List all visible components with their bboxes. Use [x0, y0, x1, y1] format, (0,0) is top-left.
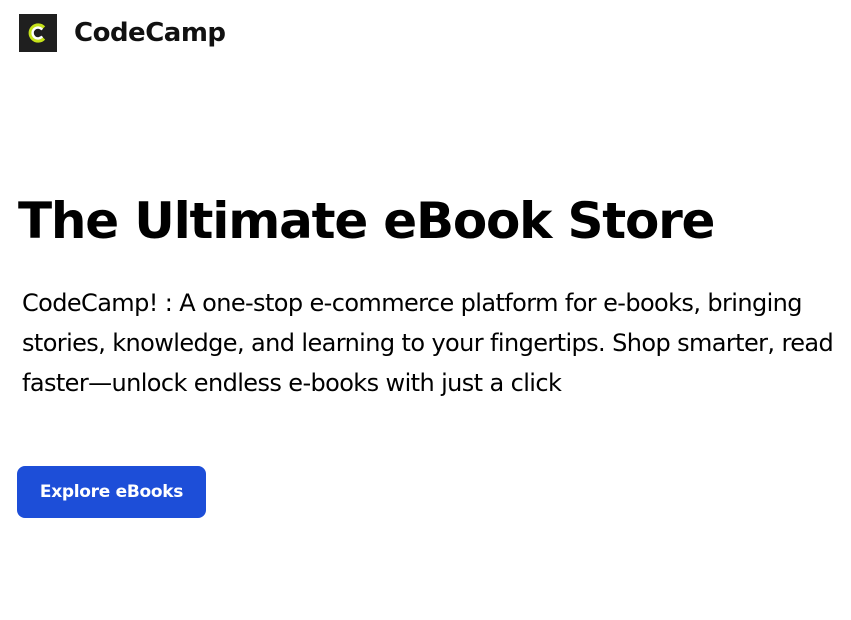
explore-ebooks-button[interactable]: Explore eBooks — [17, 466, 206, 518]
brand-name[interactable]: CodeCamp — [74, 18, 226, 48]
hero-title: The Ultimate eBook Store — [18, 192, 715, 250]
site-header: CodeCamp — [19, 14, 226, 52]
codecamp-logo-icon[interactable] — [19, 14, 57, 52]
hero-description: CodeCamp! : A one-stop e-commerce platfo… — [22, 289, 834, 397]
logo-c-glyph — [28, 23, 46, 43]
